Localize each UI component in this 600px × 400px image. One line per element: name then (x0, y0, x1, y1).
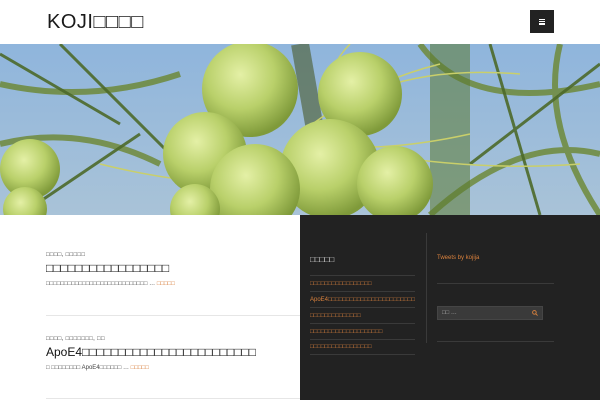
recent-post-item[interactable]: □□□□□□□□□□□□□□□□□ (310, 339, 415, 355)
recent-post-link[interactable]: ApoE4□□□□□□□□□□□□□□□□□□□□□□□□ (310, 297, 415, 303)
post-divider (46, 398, 300, 399)
post-excerpt-text: □□□□□□□□□□□□□□□□□□□□□□□□□□□□ … (46, 281, 156, 287)
post-excerpt-text: □ □□□□□□□□ ApoE4□□□□□□ … (46, 365, 130, 371)
footer-sidebar: □□□□□ □□□□□□□□□□□□□□□□□ ApoE4□□□□□□□□□□□… (300, 215, 600, 400)
search-input[interactable] (438, 307, 529, 319)
search-form (437, 306, 543, 320)
widget-divider (437, 341, 554, 342)
read-more-link[interactable]: □□□□□ (157, 281, 175, 287)
search-icon (532, 310, 538, 316)
post-item: □□□□, □□□□□□□, □□ ApoE4□□□□□□□□□□□□□□□□□… (46, 336, 286, 371)
recent-post-link[interactable]: □□□□□□□□□□□□□□□□□□□□ (310, 329, 382, 335)
site-title[interactable]: KOJI□□□□ (47, 11, 144, 34)
menu-toggle-button[interactable] (530, 10, 554, 33)
recent-post-item[interactable]: □□□□□□□□□□□□□□□□□ (310, 275, 415, 291)
post-item: □□□□, □□□□□ □□□□□□□□□□□□□□□□□ □□□□□□□□□□… (46, 252, 286, 287)
post-title[interactable]: ApoE4□□□□□□□□□□□□□□□□□□□□□□□□ (46, 345, 286, 359)
search-button[interactable] (528, 307, 542, 319)
recent-posts-title: □□□□□ (310, 255, 335, 264)
post-categories[interactable]: □□□□, □□□□□□□, □□ (46, 336, 286, 342)
widget-divider (437, 283, 554, 284)
post-excerpt: □ □□□□□□□□ ApoE4□□□□□□ … □□□□□ (46, 365, 286, 371)
recent-post-link[interactable]: □□□□□□□□□□□□□□ (310, 313, 361, 319)
recent-post-link[interactable]: □□□□□□□□□□□□□□□□□ (310, 344, 372, 350)
recent-post-link[interactable]: □□□□□□□□□□□□□□□□□ (310, 281, 372, 287)
read-more-link[interactable]: □□□□□ (131, 365, 149, 371)
post-excerpt: □□□□□□□□□□□□□□□□□□□□□□□□□□□□ … □□□□□ (46, 281, 286, 287)
post-title[interactable]: □□□□□□□□□□□□□□□□□ (46, 261, 286, 275)
hamburger-icon (539, 18, 545, 25)
site-header: KOJI□□□□ (0, 0, 600, 44)
recent-post-item[interactable]: □□□□□□□□□□□□□□□□□□□□ (310, 323, 415, 339)
tweets-link[interactable]: Tweets by kojija (437, 255, 479, 261)
hero-image (0, 44, 600, 215)
recent-post-item[interactable]: □□□□□□□□□□□□□□ (310, 307, 415, 323)
recent-post-item[interactable]: ApoE4□□□□□□□□□□□□□□□□□□□□□□□□ (310, 291, 415, 307)
post-categories[interactable]: □□□□, □□□□□ (46, 252, 286, 258)
post-divider (46, 315, 300, 316)
coconut-palm-image (0, 44, 600, 215)
sidebar-divider (426, 233, 427, 343)
main-content: □□□□, □□□□□ □□□□□□□□□□□□□□□□□ □□□□□□□□□□… (0, 215, 300, 400)
recent-posts-list: □□□□□□□□□□□□□□□□□ ApoE4□□□□□□□□□□□□□□□□□… (310, 275, 415, 355)
